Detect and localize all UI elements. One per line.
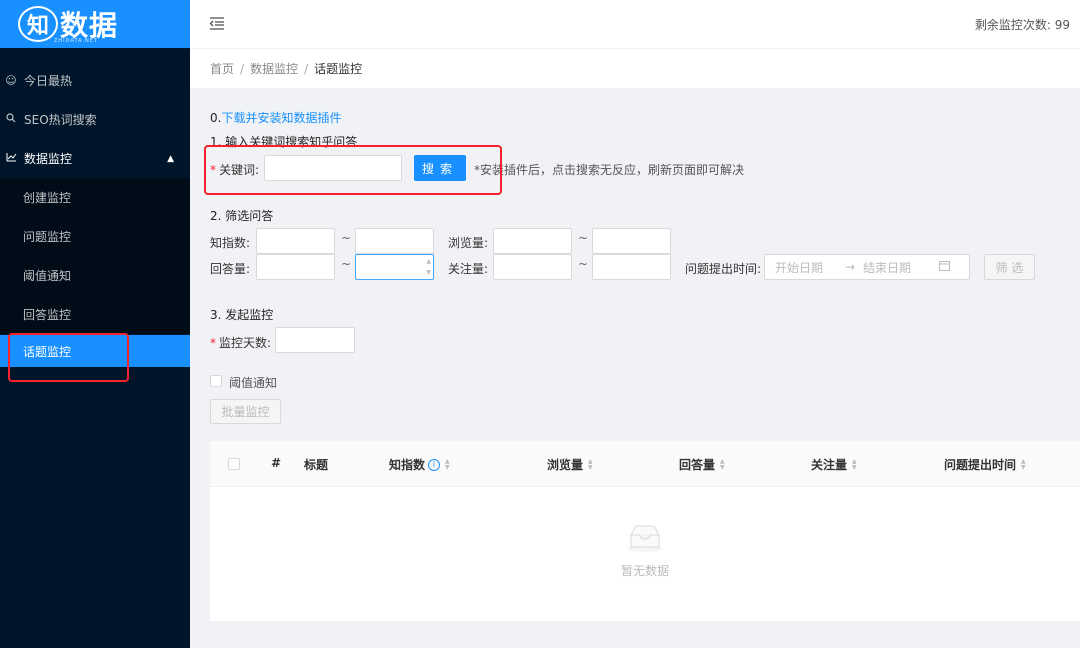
range-tilde: ~ — [341, 257, 352, 271]
quota-label: 剩余监控次数: — [974, 18, 1051, 32]
column-index: # — [271, 456, 282, 470]
search-icon — [4, 113, 18, 126]
step0: 0.下载并安装知数据插件 — [210, 109, 341, 126]
step2-title: 2. 筛选问答 — [210, 209, 274, 223]
answers-max-input[interactable]: ▲ ▼ — [355, 254, 434, 280]
zhishu-label: 知指数: — [210, 236, 251, 250]
sidebar-item-label: 阈值通知 — [23, 269, 72, 283]
range-tilde: ~ — [578, 257, 589, 271]
column-label: 回答量 — [679, 458, 716, 472]
column-zhishu[interactable]: 知指数 i ▲ ▼ — [389, 456, 450, 473]
views-max-input[interactable] — [592, 228, 671, 254]
sidebar: 知 数据 ZHIDATA.NET ☺ 今日最热 SEO热词搜索 数据监控 ▲ 创… — [0, 0, 190, 648]
zhishu-max-input[interactable] — [355, 228, 434, 254]
arrow-right-icon: → — [845, 260, 856, 274]
sidebar-item-label: 回答监控 — [23, 308, 72, 322]
sidebar-item-data-monitor[interactable]: 数据监控 ▲ — [0, 139, 190, 178]
date-end-input[interactable]: 结束日期 — [863, 259, 939, 276]
sort-icon[interactable]: ▲ ▼ — [445, 458, 450, 471]
breadcrumb: 首页 / 数据监控 / 话题监控 — [190, 48, 1080, 88]
highlight-box — [204, 145, 502, 195]
threshold-checkbox[interactable] — [210, 375, 222, 387]
column-label: 问题提出时间 — [944, 458, 1017, 472]
column-title: 标题 — [304, 458, 329, 472]
sort-icon[interactable]: ▲ ▼ — [1021, 458, 1026, 471]
empty-state: 暂无数据 — [210, 521, 1080, 579]
sidebar-item-label: 数据监控 — [24, 152, 73, 166]
column-label: 知指数 — [389, 458, 426, 472]
sort-icon[interactable]: ▲ ▼ — [588, 458, 593, 471]
smile-icon: ☺ — [5, 74, 17, 87]
breadcrumb-current: 话题监控 — [314, 62, 363, 76]
batch-monitor-button[interactable]: 批量监控 — [210, 399, 281, 424]
inbox-empty-icon — [625, 521, 665, 556]
sidebar-item-create-monitor[interactable]: 创建监控 — [0, 178, 190, 217]
logo-subtitle: ZHIDATA.NET — [54, 38, 98, 44]
monitor-days-input[interactable] — [275, 327, 355, 353]
menu-fold-icon[interactable] — [209, 15, 225, 31]
sidebar-item-threshold-notify[interactable]: 阈值通知 — [0, 256, 190, 295]
days-label: * 监控天数: — [210, 334, 271, 351]
sidebar-item-label: 问题监控 — [23, 230, 72, 244]
column-answers[interactable]: 回答量 ▲ ▼ — [679, 456, 725, 473]
step0-prefix: 0. — [210, 111, 222, 125]
answers-min-input[interactable] — [256, 254, 335, 280]
column-follows[interactable]: 关注量 ▲ ▼ — [811, 456, 857, 473]
filter-button[interactable]: 筛 选 — [984, 254, 1035, 280]
date-start-input[interactable]: 开始日期 — [775, 259, 845, 276]
sidebar-item-answer-monitor[interactable]: 回答监控 — [0, 295, 190, 334]
chevron-up-icon: ▲ — [167, 153, 174, 164]
table-header: # 标题 知指数 i ▲ ▼ 浏览量 ▲ ▼ 回答量 ▲ ▼ 关注量 ▲ ▼ 问题提出时… — [210, 441, 1080, 487]
follows-min-input[interactable] — [493, 254, 572, 280]
sort-icon[interactable]: ▲ ▼ — [720, 458, 725, 471]
zhishu-min-input[interactable] — [256, 228, 335, 254]
breadcrumb-separator: / — [240, 61, 245, 76]
step3-title: 3. 发起监控 — [210, 308, 274, 322]
views-label: 浏览量: — [448, 236, 489, 250]
column-label: 关注量 — [811, 458, 848, 472]
logo-mark: 知 — [18, 6, 58, 42]
monitor-quota: 剩余监控次数: 99 — [975, 16, 1070, 33]
views-min-input[interactable] — [493, 228, 572, 254]
days-label-text: 监控天数: — [219, 336, 272, 350]
sidebar-item-seo-search[interactable]: SEO热词搜索 — [0, 100, 190, 139]
range-tilde: ~ — [578, 231, 589, 245]
sort-icon[interactable]: ▲ ▼ — [852, 458, 857, 471]
sidebar-item-label: 今日最热 — [24, 74, 73, 88]
column-label: 浏览量 — [547, 458, 584, 472]
breadcrumb-data-monitor[interactable]: 数据监控 — [250, 60, 298, 77]
info-icon[interactable]: i — [428, 458, 441, 471]
download-plugin-link[interactable]: 下载并安装知数据插件 — [221, 111, 341, 125]
range-tilde: ~ — [341, 231, 352, 245]
date-range-picker[interactable]: 开始日期 → 结束日期 — [764, 254, 970, 280]
sidebar-item-today-hot[interactable]: ☺ 今日最热 — [0, 61, 190, 100]
calendar-icon — [939, 260, 950, 274]
sidebar-item-label: SEO热词搜索 — [24, 113, 97, 127]
logo[interactable]: 知 数据 ZHIDATA.NET — [0, 0, 190, 48]
search-hint: *安装插件后，点击搜索无反应，刷新页面即可解决 — [474, 163, 745, 177]
threshold-label: 阈值通知 — [229, 376, 278, 390]
required-mark: * — [210, 336, 216, 350]
sidebar-item-label: 创建监控 — [23, 191, 72, 205]
breadcrumb-home[interactable]: 首页 — [210, 60, 234, 77]
column-views[interactable]: 浏览量 ▲ ▼ — [547, 456, 593, 473]
top-header: 剩余监控次数: 99 — [190, 0, 1080, 48]
date-label: 问题提出时间: — [685, 262, 762, 276]
line-chart-icon — [4, 152, 18, 165]
sidebar-item-question-monitor[interactable]: 问题监控 — [0, 217, 190, 256]
empty-text: 暂无数据 — [620, 564, 669, 578]
breadcrumb-separator: / — [304, 61, 309, 76]
select-all-checkbox[interactable] — [228, 458, 240, 470]
quota-value: 99 — [1054, 18, 1070, 32]
results-table: # 标题 知指数 i ▲ ▼ 浏览量 ▲ ▼ 回答量 ▲ ▼ 关注量 ▲ ▼ 问题提出时… — [210, 441, 1080, 621]
answers-label: 回答量: — [210, 262, 251, 276]
number-stepper-icon[interactable]: ▲ ▼ — [426, 256, 431, 278]
main-content: 0.下载并安装知数据插件 1. 输入关键词搜索知乎问答 * 关键词: 搜索 *安装… — [190, 89, 1080, 648]
follows-max-input[interactable] — [592, 254, 671, 280]
follows-label: 关注量: — [448, 262, 489, 276]
highlight-box — [8, 333, 129, 382]
column-date[interactable]: 问题提出时间 ▲ ▼ — [944, 456, 1026, 473]
